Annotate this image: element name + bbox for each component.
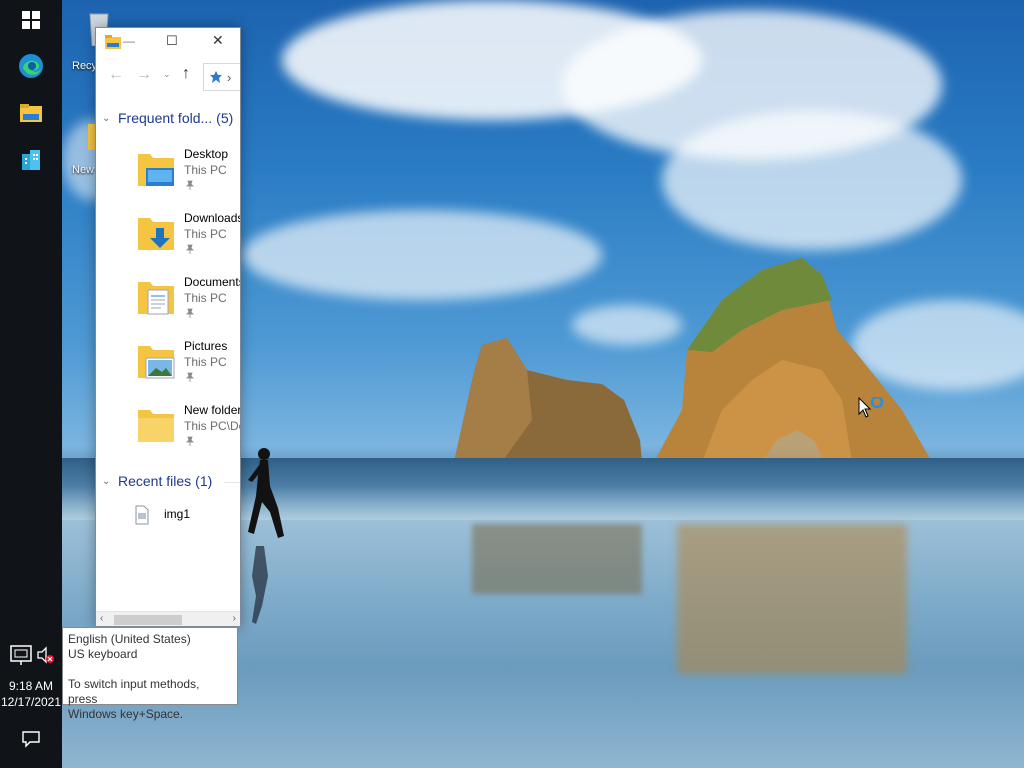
file-explorer-icon	[20, 104, 42, 122]
building-app-icon	[22, 150, 40, 170]
image-file-icon	[135, 505, 149, 525]
frequent-folders-header[interactable]: ⌄ Frequent fold... (5)	[102, 110, 233, 126]
horizontal-scrollbar[interactable]: ‹ ›	[96, 611, 240, 626]
quick-access-dash: —	[123, 34, 135, 48]
pin-icon	[186, 436, 194, 446]
folder-location: This PC\De	[184, 419, 240, 433]
recent-files-header[interactable]: ⌄ Recent files (1)	[102, 473, 212, 489]
start-button[interactable]	[0, 0, 62, 40]
folder-name: Pictures	[184, 339, 228, 353]
maximize-button[interactable]: ☐	[166, 33, 178, 49]
pin-icon	[186, 308, 194, 318]
folder-location: This PC	[184, 227, 227, 241]
chevron-down-icon: ⌄	[102, 475, 111, 487]
folder-item-pictures[interactable]: Pictures This PC	[136, 338, 240, 398]
pin-icon	[186, 244, 194, 254]
tooltip-hint-line2: Windows key+Space.	[68, 707, 184, 721]
action-center-button[interactable]	[0, 716, 62, 762]
recent-locations-chevron-icon[interactable]: ⌄	[163, 69, 171, 80]
section-divider	[224, 482, 240, 483]
desktop-icon-label: New	[72, 164, 95, 176]
chevron-down-icon: ⌄	[102, 112, 111, 124]
taskbar: 9:18 AM 12/17/2021	[0, 0, 62, 768]
scrollbar-thumb[interactable]	[114, 615, 182, 625]
action-center-icon	[22, 731, 40, 748]
folder-name: New folder	[184, 403, 240, 417]
scroll-left-icon[interactable]: ‹	[100, 613, 103, 624]
quick-access-content: ⌄ Frequent fold... (5) Desktop This PC D…	[96, 98, 240, 610]
pin-icon	[186, 372, 194, 382]
folder-name: Documents	[184, 275, 240, 289]
pin-star-icon	[210, 71, 222, 83]
folder-name: Downloads	[184, 211, 240, 225]
forward-arrow-icon[interactable]: →	[136, 66, 152, 84]
taskbar-edge-button[interactable]	[0, 43, 62, 89]
taskbar-file-explorer-button[interactable]	[0, 90, 62, 136]
address-bar[interactable]: ›	[203, 63, 240, 91]
pictures-folder-icon	[138, 346, 175, 379]
taskbar-clock[interactable]: 9:18 AM 12/17/2021	[0, 678, 62, 710]
downloads-folder-icon	[138, 218, 174, 250]
window-titlebar[interactable]: — ☐ ✕	[96, 28, 240, 58]
network-icon[interactable]	[10, 644, 32, 666]
close-button[interactable]: ✕	[212, 32, 224, 49]
folder-location: This PC	[184, 355, 227, 369]
tooltip-language: English (United States)	[68, 632, 191, 646]
folder-item-downloads[interactable]: Downloads This PC	[136, 210, 240, 270]
recent-file-name: img1	[164, 507, 191, 521]
tooltip-hint-line1: To switch input methods, press	[68, 677, 200, 706]
pin-icon	[186, 180, 194, 190]
folder-location: This PC	[184, 291, 227, 305]
clock-time: 9:18 AM	[8, 679, 54, 693]
folder-location: This PC	[184, 163, 227, 177]
file-explorer-icon	[105, 35, 121, 49]
frequent-folders-label: Frequent fold...	[118, 110, 213, 126]
input-method-tooltip: English (United States) US keyboard To s…	[62, 627, 238, 721]
folder-item-new-folder[interactable]: New folder This PC\De	[136, 402, 240, 462]
recent-file-item[interactable]: img1	[134, 505, 240, 527]
recent-files-label: Recent files	[118, 473, 192, 489]
clock-date: 12/17/2021	[0, 695, 62, 709]
tooltip-keyboard: US keyboard	[68, 647, 138, 661]
desktop-icon-label: Recy	[72, 60, 98, 72]
runner-silhouette	[248, 448, 284, 624]
address-separator: ›	[227, 69, 232, 85]
mouse-cursor-icon	[858, 397, 884, 418]
desktop-folder-icon	[138, 154, 174, 186]
taskbar-app-button[interactable]	[0, 137, 62, 183]
folder-icon	[138, 410, 174, 442]
frequent-folders-count: (5)	[216, 110, 234, 126]
recent-files-count: (1)	[195, 473, 213, 489]
up-arrow-icon[interactable]: ↑	[182, 65, 190, 83]
windows-start-icon	[22, 11, 40, 29]
folder-name: Desktop	[184, 147, 229, 161]
volume-muted-icon[interactable]	[36, 646, 56, 666]
back-arrow-icon[interactable]: ←	[108, 66, 124, 84]
edge-icon	[19, 54, 43, 78]
file-explorer-window: — ☐ ✕ ← → ⌄ ↑ › ⌄ Frequent fold... (5) D…	[95, 27, 241, 627]
folder-item-desktop[interactable]: Desktop This PC	[136, 146, 240, 206]
scroll-right-icon[interactable]: ›	[233, 613, 236, 624]
documents-folder-icon	[138, 282, 174, 315]
folder-item-documents[interactable]: Documents This PC	[136, 274, 240, 334]
